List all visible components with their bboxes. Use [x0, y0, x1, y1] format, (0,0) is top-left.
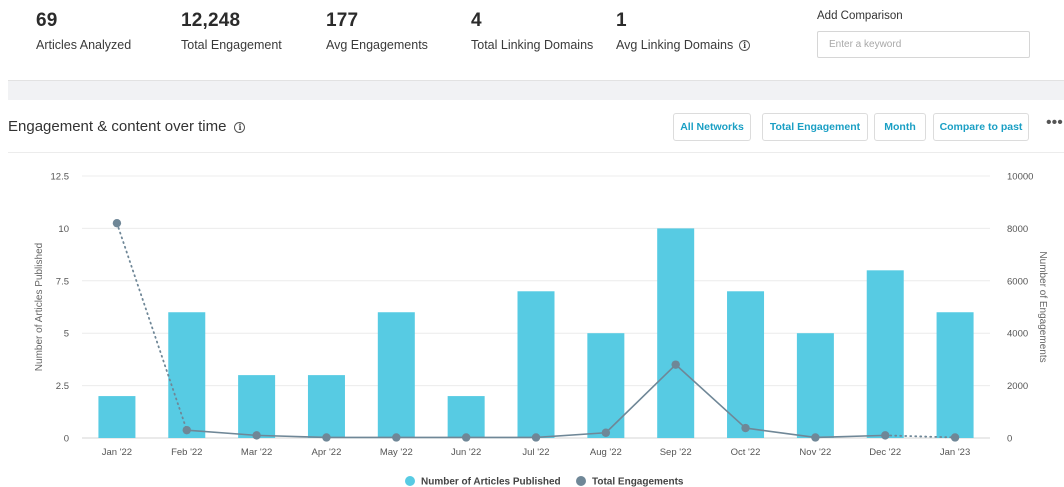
y-tick-label: 10: [58, 224, 69, 235]
y-axis-title: Number of Articles Published: [34, 243, 45, 371]
x-tick-label: Dec '22: [869, 447, 901, 458]
x-tick-label: Sep '22: [660, 447, 692, 458]
bar: [447, 396, 485, 438]
bar: [796, 333, 834, 438]
y2-tick-label: 10000: [1007, 172, 1033, 183]
line-point: [461, 433, 471, 442]
legend-label: Number of Articles Published: [421, 477, 561, 487]
line-point: [182, 425, 191, 435]
x-tick-label: Nov '22: [799, 447, 831, 458]
x-tick-label: May '22: [380, 447, 413, 458]
line-point: [741, 423, 750, 433]
y-tick-label: 2.5: [56, 381, 69, 392]
engagement-chart: 0 2.5 5 7.5 10 12.5 0 2000 4000 6000 8000 10000 Numb…: [34, 172, 1048, 487]
y-tick-label: 7.5: [56, 276, 69, 287]
y-tick-label: 12.5: [51, 172, 70, 183]
legend-swatch-articles: [405, 476, 415, 486]
legend-swatch-engagements: [576, 476, 586, 486]
line-point: [322, 433, 331, 442]
bar: [377, 312, 415, 438]
y2-tick-label: 4000: [1007, 329, 1028, 340]
line-point: [252, 431, 261, 440]
y-tick-label: 0: [64, 434, 69, 445]
x-tick-label: Jun '22: [451, 447, 481, 458]
bar: [936, 312, 974, 438]
bar: [517, 291, 555, 438]
bar: [307, 375, 345, 438]
line-point: [950, 433, 960, 442]
bar: [98, 396, 136, 438]
x-tick-label: Jul '22: [522, 447, 549, 458]
line-point: [112, 218, 122, 228]
line-point: [392, 433, 401, 442]
y2-tick-label: 8000: [1007, 224, 1028, 235]
x-tick-label: Aug '22: [590, 447, 622, 458]
y2-axis-title: Number of Engagements: [1037, 251, 1048, 362]
y2-tick-label: 2000: [1007, 381, 1028, 392]
line-point: [671, 360, 680, 369]
line-point: [601, 428, 611, 437]
bar: [866, 270, 904, 438]
line-point: [531, 433, 541, 442]
y2-tick-label: 6000: [1007, 276, 1028, 287]
bar: [168, 312, 206, 438]
y-tick-label: 5: [64, 329, 69, 340]
x-tick-label: Jan '23: [940, 447, 970, 458]
x-tick-label: Oct '22: [731, 447, 761, 458]
line-point: [811, 433, 820, 442]
x-tick-label: Feb '22: [171, 447, 202, 458]
line-point: [881, 431, 890, 440]
bar: [238, 375, 276, 438]
bar: [657, 228, 695, 438]
bar: [587, 333, 625, 438]
x-tick-label: Apr '22: [312, 447, 342, 458]
x-tick-label: Mar '22: [241, 447, 272, 458]
y2-tick-label: 0: [1007, 434, 1012, 445]
legend-label: Total Engagements: [592, 477, 684, 487]
x-tick-label: Jan '22: [102, 447, 132, 458]
